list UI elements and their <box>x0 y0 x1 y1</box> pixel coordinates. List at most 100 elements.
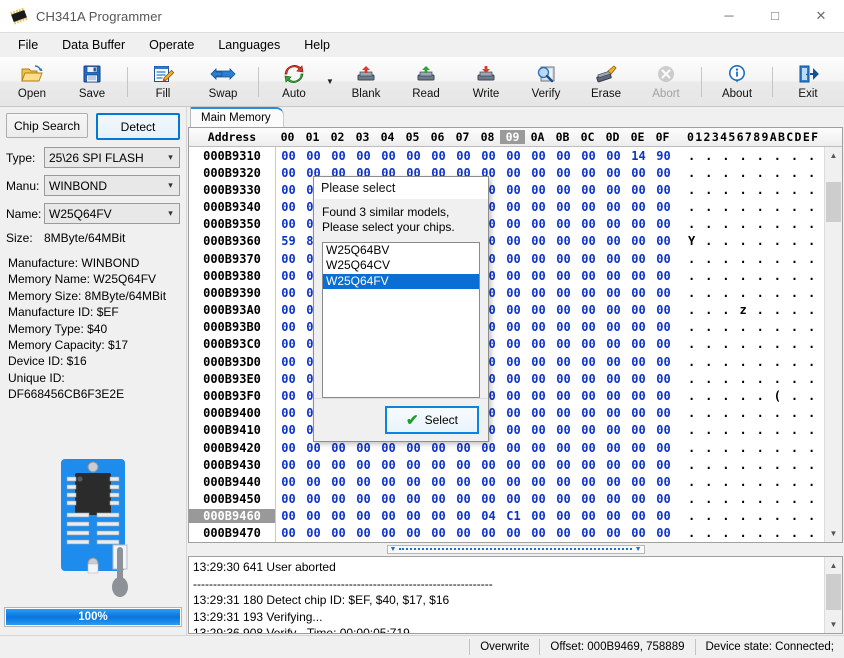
hex-byte-cell[interactable]: 00 <box>501 303 526 317</box>
hex-row[interactable]: 000B941000000000000000000000000000000000… <box>189 421 824 439</box>
hex-byte-cell[interactable]: 00 <box>451 475 476 489</box>
hex-row-address[interactable]: 000B9440 <box>189 475 275 489</box>
chip-model-option[interactable]: W25Q64BV <box>323 243 479 258</box>
hex-byte-cell[interactable]: 00 <box>451 492 476 506</box>
hex-byte-cell[interactable]: 00 <box>501 475 526 489</box>
hex-byte-cell[interactable]: 00 <box>551 217 576 231</box>
hex-byte-cell[interactable]: 00 <box>576 149 601 163</box>
hex-row[interactable]: 000B93F000000000002800000000000000000000… <box>189 387 824 405</box>
hex-byte-cell[interactable]: 00 <box>451 441 476 455</box>
hex-byte-cell[interactable]: 00 <box>526 286 551 300</box>
hex-byte-cell[interactable]: 00 <box>526 149 551 163</box>
hex-column-header-00[interactable]: 00 <box>275 130 300 144</box>
hex-byte-cell[interactable]: 00 <box>626 526 651 540</box>
toolbar-button-blank[interactable]: Blank <box>336 59 396 105</box>
hex-byte-cell[interactable]: 00 <box>601 252 626 266</box>
hex-row-address[interactable]: 000B9340 <box>189 200 275 214</box>
hex-byte-cell[interactable]: 00 <box>526 372 551 386</box>
hex-ascii-cell[interactable]: . . . . . . . . . . . . . . . . <box>688 372 824 386</box>
toolbar-button-exit[interactable]: Exit <box>778 59 838 105</box>
hex-byte-cell[interactable]: 00 <box>526 200 551 214</box>
hex-byte-cell[interactable]: 00 <box>601 303 626 317</box>
hex-byte-cell[interactable]: 00 <box>426 526 451 540</box>
hex-byte-cell[interactable]: 00 <box>501 389 526 403</box>
hex-byte-cell[interactable]: 00 <box>601 200 626 214</box>
hex-byte-cell[interactable]: 00 <box>651 406 676 420</box>
toolbar-button-erase[interactable]: Erase <box>576 59 636 105</box>
hex-byte-cell[interactable]: 00 <box>551 389 576 403</box>
hex-byte-cell[interactable]: 00 <box>551 269 576 283</box>
hex-byte-cell[interactable]: 00 <box>376 509 401 523</box>
hex-byte-cell[interactable]: 00 <box>476 458 501 472</box>
hex-row-address[interactable]: 000B93C0 <box>189 337 275 351</box>
hex-byte-cell[interactable]: 00 <box>576 337 601 351</box>
hex-row[interactable]: 000B93B000000000000000000000000000000000… <box>189 318 824 336</box>
hex-byte-cell[interactable]: 00 <box>351 492 376 506</box>
hex-byte-cell[interactable]: 00 <box>326 458 351 472</box>
chip-model-listbox[interactable]: W25Q64BV W25Q64CV W25Q64FV <box>322 242 480 398</box>
hex-byte-cell[interactable]: 00 <box>576 166 601 180</box>
scroll-thumb[interactable] <box>826 574 841 610</box>
hex-column-header-0E[interactable]: 0E <box>625 130 650 144</box>
hex-byte-cell[interactable]: 00 <box>276 269 301 283</box>
hex-byte-cell[interactable]: 00 <box>601 492 626 506</box>
hex-column-header-05[interactable]: 05 <box>400 130 425 144</box>
hex-ascii-cell[interactable]: . . . . . . . . . . . . . . . . <box>688 269 824 283</box>
hex-byte-cell[interactable]: 00 <box>601 166 626 180</box>
hex-byte-cell[interactable]: 00 <box>426 149 451 163</box>
hex-byte-cell[interactable]: 00 <box>326 441 351 455</box>
hex-byte-cell[interactable]: 00 <box>551 526 576 540</box>
hex-byte-cell[interactable]: 00 <box>651 200 676 214</box>
menu-item-help[interactable]: Help <box>292 35 342 55</box>
hex-byte-cell[interactable]: 00 <box>526 441 551 455</box>
hex-byte-cell[interactable]: 00 <box>526 526 551 540</box>
hex-ascii-cell[interactable]: . . . . . . . . . . . . . . . . <box>688 337 824 351</box>
hex-byte-cell[interactable]: 00 <box>451 509 476 523</box>
hex-row[interactable]: 000B9320 00 00 00 00 00 00 00 00 00 00 00 00 00 00 00 00… <box>189 164 824 182</box>
hex-byte-cell[interactable]: 00 <box>451 149 476 163</box>
hex-byte-cell[interactable]: 00 <box>576 355 601 369</box>
chip-model-option[interactable]: W25Q64FV <box>323 273 479 290</box>
hex-byte-cell[interactable]: 00 <box>501 458 526 472</box>
hex-byte-cell[interactable]: 00 <box>526 509 551 523</box>
hex-row[interactable]: 000B9470 00 00 00 00 00 00 00 00 00 00 00 00 00 00 00 00… <box>189 524 824 542</box>
hex-byte-cell[interactable]: 00 <box>451 458 476 472</box>
hex-byte-cell[interactable]: 00 <box>651 183 676 197</box>
manufacturer-combobox[interactable]: WINBOND ▾ <box>44 175 180 196</box>
select-button[interactable]: ✔ Select <box>385 406 479 434</box>
hex-column-header-0C[interactable]: 0C <box>575 130 600 144</box>
hex-byte-cell[interactable]: 00 <box>526 475 551 489</box>
hex-byte-cell[interactable]: 00 <box>651 526 676 540</box>
hex-ascii-cell[interactable]: . . . . . . . . . . . . . . . . <box>688 217 824 231</box>
hex-byte-cell[interactable]: 00 <box>326 149 351 163</box>
hex-row-address[interactable]: 000B9450 <box>189 492 275 506</box>
hex-byte-cell[interactable]: 00 <box>576 389 601 403</box>
hex-byte-cell[interactable]: 00 <box>651 423 676 437</box>
hex-byte-cell[interactable]: 00 <box>526 406 551 420</box>
menu-item-data-buffer[interactable]: Data Buffer <box>50 35 137 55</box>
hex-byte-cell[interactable]: 00 <box>501 286 526 300</box>
hex-byte-cell[interactable]: 00 <box>576 183 601 197</box>
hex-ascii-cell[interactable]: . . . . . . . . . . . . . . . . <box>688 286 824 300</box>
hex-byte-cell[interactable]: 00 <box>551 509 576 523</box>
hex-ascii-cell[interactable]: . . . . . . . . . . . . . . . . <box>688 492 824 506</box>
hex-row[interactable]: 000B9440 00 00 00 00 00 00 00 00 00 00 00 00 00 00 00 00… <box>189 473 824 491</box>
toolbar-button-fill[interactable]: Fill <box>133 59 193 105</box>
hex-byte-cell[interactable]: 00 <box>601 286 626 300</box>
hex-byte-cell[interactable]: 00 <box>351 509 376 523</box>
hex-byte-cell[interactable]: 00 <box>576 406 601 420</box>
hex-byte-cell[interactable]: 00 <box>551 406 576 420</box>
hex-byte-cell[interactable]: 00 <box>626 183 651 197</box>
hex-row[interactable]: 000B936059800000000000000000000000000000… <box>189 232 824 251</box>
hex-byte-cell[interactable]: 00 <box>551 492 576 506</box>
hex-row[interactable]: 000B933000000000000000000000000000000000… <box>189 181 824 199</box>
log-vertical-scrollbar[interactable]: ▲ ▼ <box>824 557 842 633</box>
hex-byte-cell[interactable]: 00 <box>651 492 676 506</box>
hex-byte-cell[interactable]: 00 <box>601 217 626 231</box>
hex-row-address[interactable]: 000B9410 <box>189 423 275 437</box>
hex-byte-cell[interactable]: 00 <box>501 217 526 231</box>
hex-row-address[interactable]: 000B9350 <box>189 217 275 231</box>
hex-byte-cell[interactable]: 00 <box>576 252 601 266</box>
log-line[interactable]: 13:29:31 180 Detect chip ID: $EF, $40, $… <box>191 592 824 609</box>
hex-byte-cell[interactable]: 00 <box>626 509 651 523</box>
